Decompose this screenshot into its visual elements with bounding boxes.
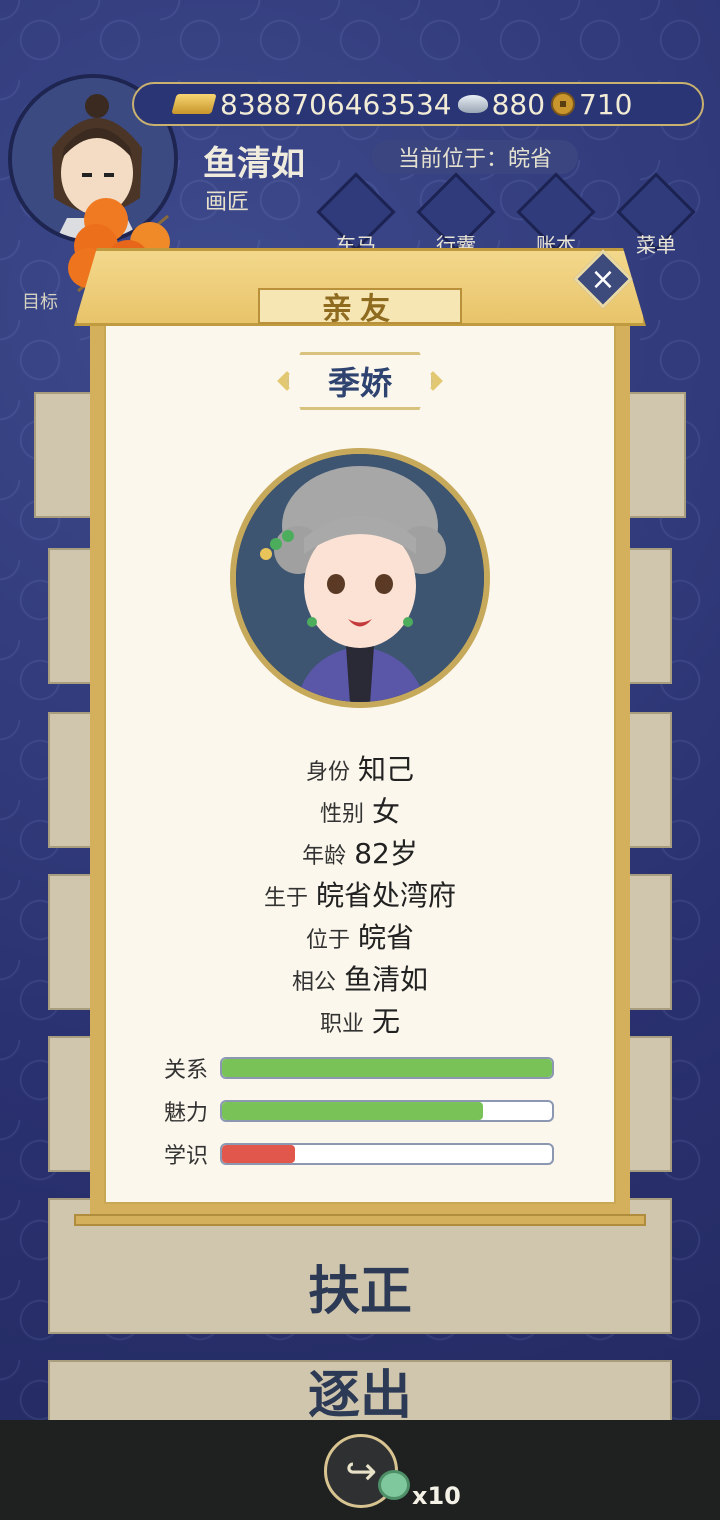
target-label[interactable]: 目标	[22, 288, 58, 314]
elderly-woman-portrait-icon	[236, 454, 484, 702]
silver-currency: 880	[457, 87, 546, 121]
info-row-gender: 性别 女	[74, 790, 646, 832]
player-name: 鱼清如	[203, 144, 305, 184]
stat-bar-fill	[222, 1144, 295, 1163]
modal-footer-bar	[74, 1214, 646, 1226]
share-count: x10	[412, 1482, 461, 1510]
gold-amount: 8388706463534	[220, 87, 452, 121]
info-key: 性别	[319, 802, 364, 827]
info-row-location: 位于 皖省	[74, 916, 646, 958]
coin-amount: 710	[579, 87, 633, 121]
fuzheng-label: 扶正	[307, 1261, 412, 1322]
share-icon: ↪	[345, 1449, 377, 1493]
info-value: 皖省	[358, 921, 415, 954]
zhuchu-label: 逐出	[307, 1366, 412, 1426]
info-key: 相公	[291, 970, 336, 995]
currency-bar: 8388706463534 880 710	[132, 82, 704, 126]
stat-label: 魅力	[164, 1100, 209, 1126]
silver-amount: 880	[491, 87, 546, 121]
stat-relationship: 关系	[164, 1046, 564, 1089]
info-row-birthplace: 生于 皖省处湾府	[74, 874, 646, 916]
nav-row: 车马 行囊 账本 菜单	[316, 172, 696, 258]
silver-ingot-icon	[457, 95, 488, 113]
info-row-occupation: 职业 无	[74, 1000, 646, 1042]
close-icon: ×	[590, 261, 616, 297]
modal-title: 亲友	[258, 288, 462, 327]
copper-coin-icon	[551, 92, 576, 116]
info-row-spouse: 相公 鱼清如	[74, 958, 646, 1000]
coin-currency: 710	[551, 87, 633, 121]
info-value: 女	[372, 795, 401, 828]
info-key: 年龄	[302, 844, 347, 869]
location-tag: 当前位于：皖省	[372, 140, 578, 174]
info-key: 身份	[305, 760, 350, 785]
stat-bars: 关系 魅力 学识	[164, 1046, 564, 1175]
nav-ledger-button[interactable]: 账本	[516, 172, 596, 258]
info-row-identity: 身份 知己	[74, 748, 646, 790]
info-value: 知己	[358, 753, 415, 786]
info-key: 职业	[319, 1012, 364, 1037]
info-value: 无	[372, 1005, 401, 1038]
stat-bar-track	[220, 1142, 554, 1165]
relative-portrait	[230, 448, 490, 708]
stat-bar-fill	[222, 1058, 552, 1077]
gold-bar-icon	[171, 94, 217, 114]
player-job: 画匠	[205, 190, 250, 215]
info-key: 位于	[305, 928, 350, 953]
info-row-age: 年龄 82岁	[74, 832, 646, 874]
stat-bar-fill	[222, 1101, 483, 1120]
nav-bag-button[interactable]: 行囊	[416, 172, 496, 258]
stat-bar-track	[220, 1099, 554, 1122]
nav-menu-button[interactable]: 菜单	[616, 172, 696, 258]
gold-currency: 8388706463534	[171, 87, 452, 121]
relative-detail-modal: 亲友 × 季娇 身份 知己 性别 女 年龄 82岁 生于 皖省处湾府 位于 皖省…	[74, 248, 646, 1228]
nav-carriage-button[interactable]: 车马	[316, 172, 396, 258]
stat-bar-track	[220, 1056, 554, 1079]
stat-label: 关系	[164, 1057, 209, 1083]
stat-label: 学识	[164, 1143, 209, 1169]
stat-charm: 魅力	[164, 1089, 564, 1132]
info-key: 生于	[263, 886, 308, 911]
info-value: 82岁	[354, 837, 418, 870]
info-value: 皖省处湾府	[316, 879, 457, 912]
jade-icon	[378, 1470, 410, 1500]
info-value: 鱼清如	[344, 963, 429, 996]
stat-knowledge: 学识	[164, 1132, 564, 1175]
relative-name: 季娇	[286, 352, 434, 410]
relative-info-list: 身份 知己 性别 女 年龄 82岁 生于 皖省处湾府 位于 皖省 相公 鱼清如 …	[74, 748, 646, 1042]
